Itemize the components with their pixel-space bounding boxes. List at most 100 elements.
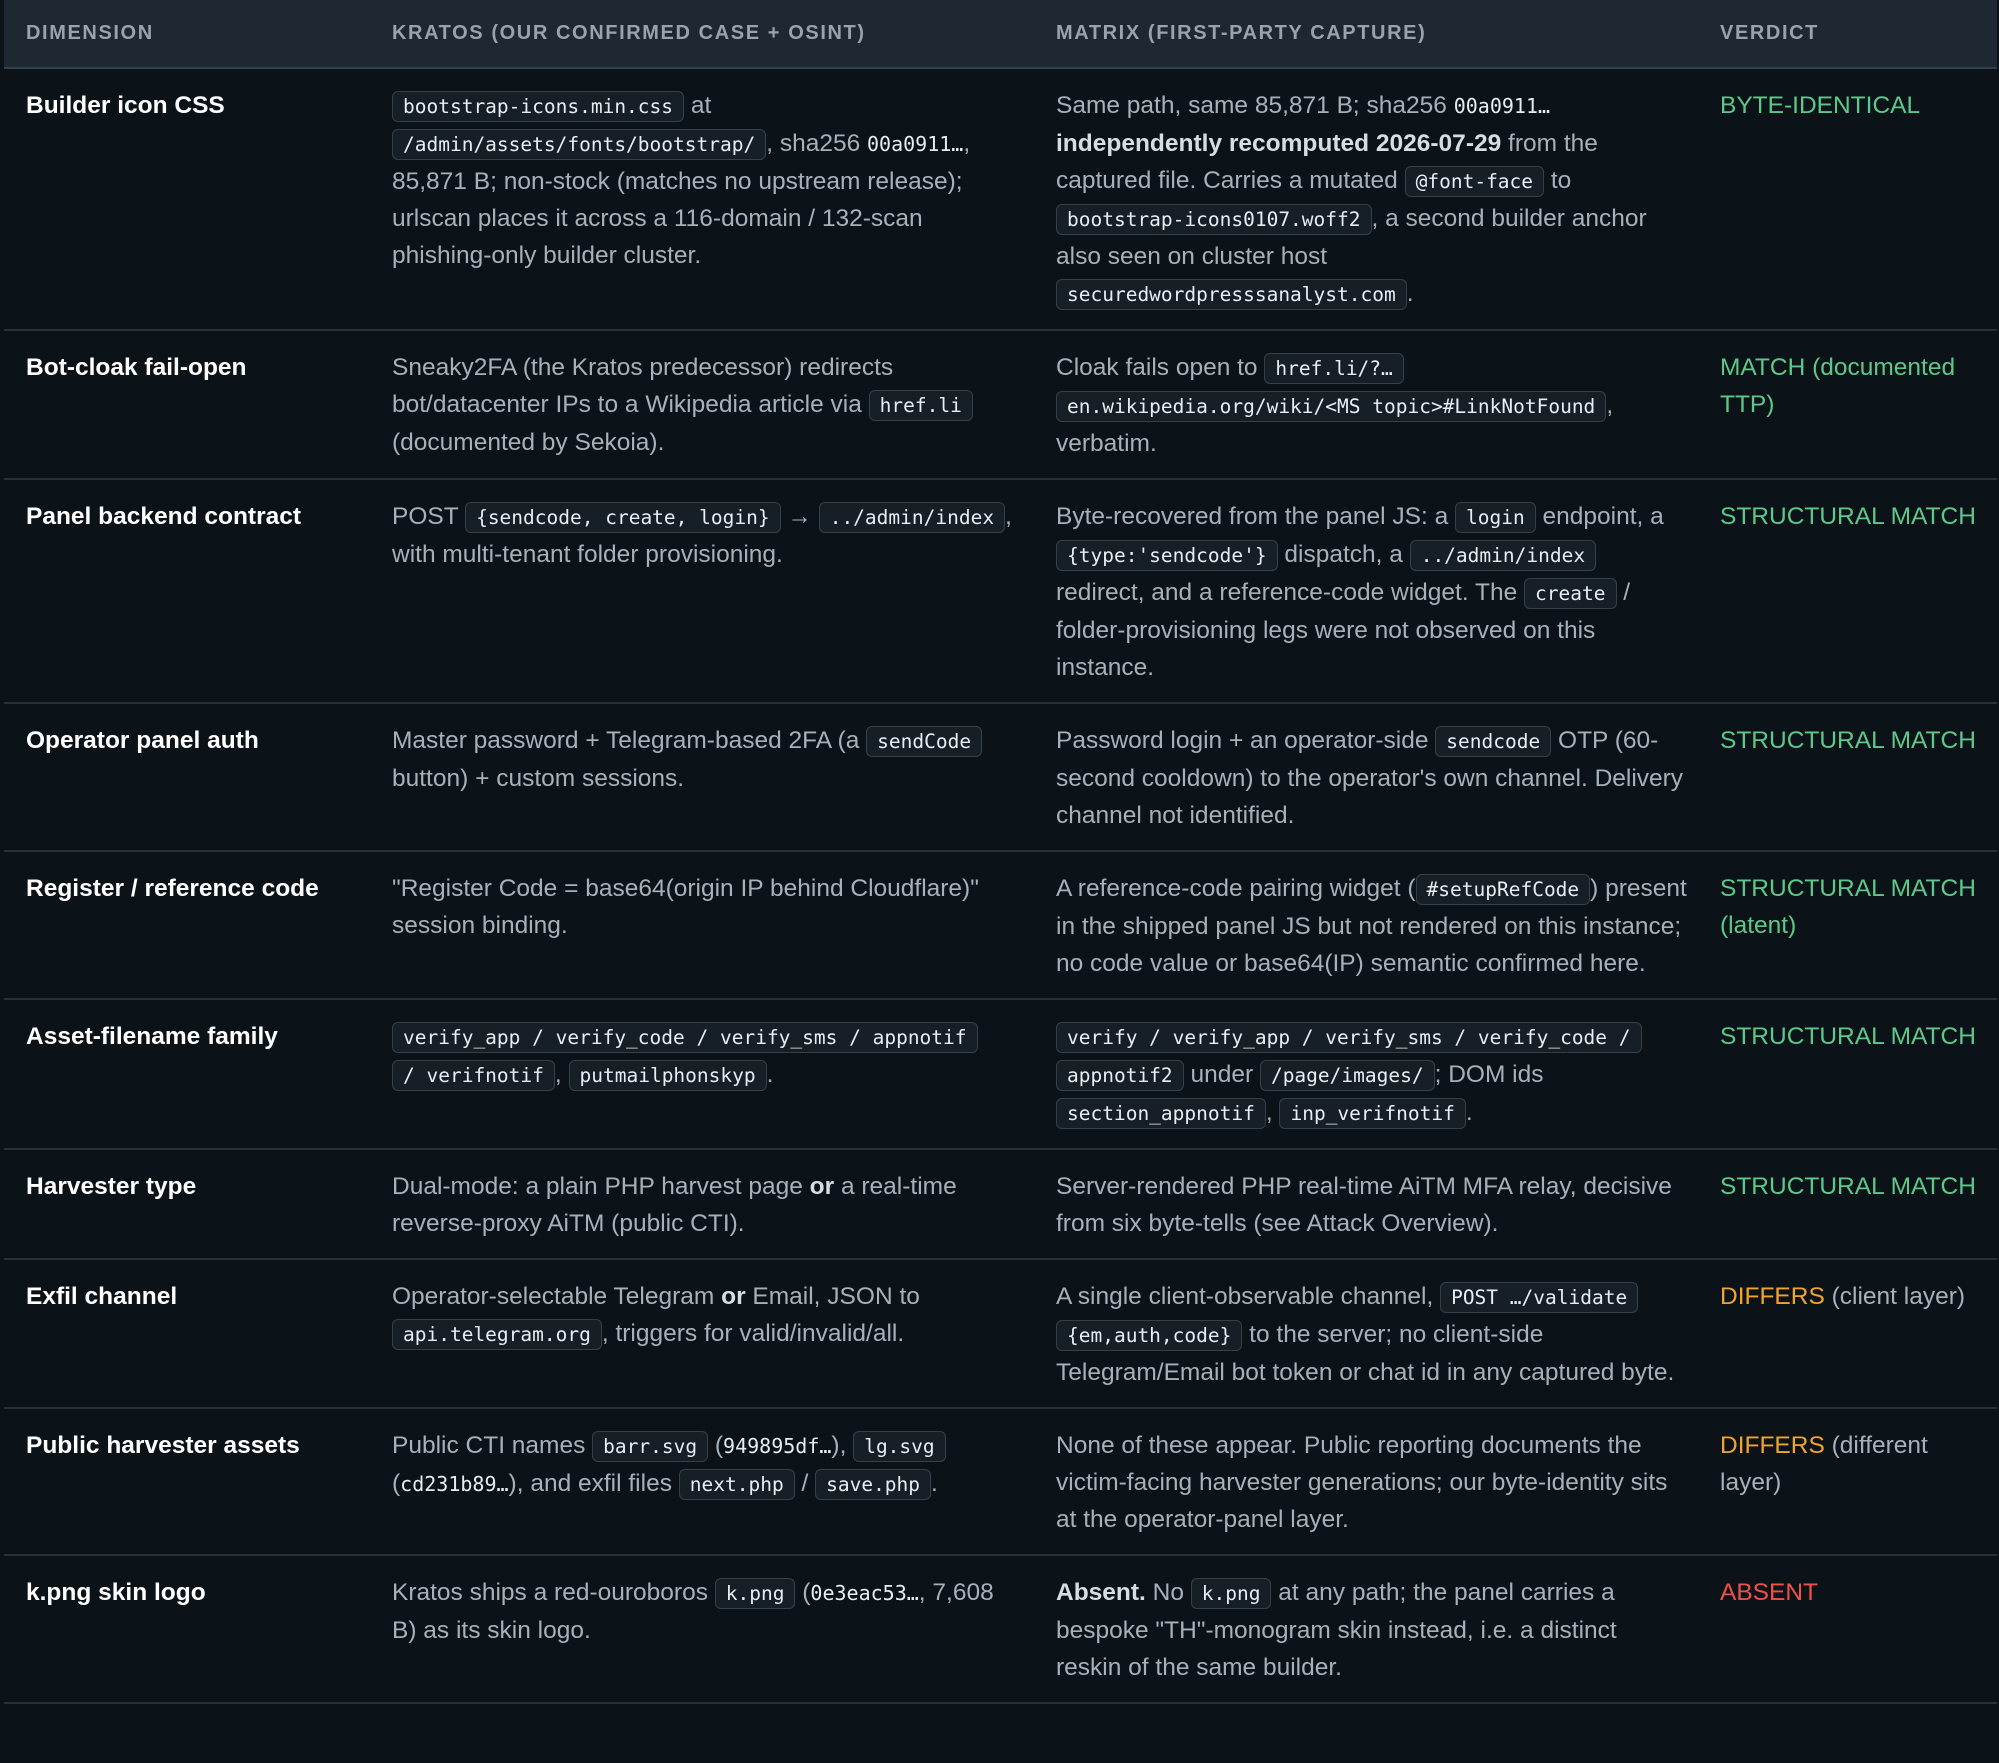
text-run: (: [392, 1470, 401, 1497]
kratos-cell: "Register Code = base64(origin IP behind…: [370, 851, 1034, 1000]
dimension-cell: Register / reference code: [4, 851, 370, 1000]
verdict-label: STRUCTURAL MATCH: [1720, 1173, 1976, 1200]
text-run: .: [1465, 1099, 1473, 1126]
kratos-cell: Master password + Telegram-based 2FA (a …: [370, 703, 1034, 852]
kratos-cell: verify_app / verify_code / verify_sms / …: [370, 999, 1034, 1150]
inline-code: appnotif2: [1056, 1060, 1184, 1091]
text-run: .: [931, 1470, 938, 1497]
kratos-cell: Public CTI names barr.svg (949895df…), l…: [370, 1408, 1034, 1556]
dimension-cell: Panel backend contract: [4, 479, 370, 704]
header-matrix: MATRIX (FIRST-PARTY CAPTURE): [1034, 0, 1698, 69]
inline-code: verify_app / verify_code / verify_sms / …: [392, 1022, 978, 1053]
text-run: Same path, same 85,871 B; sha256: [1056, 92, 1454, 119]
kratos-cell: POST {sendcode, create, login} → ../admi…: [370, 479, 1034, 704]
text-run: (documented by Sekoia).: [392, 429, 665, 456]
inline-code: sendCode: [866, 726, 983, 757]
text-run: Cloak fails open to: [1056, 354, 1265, 381]
table-row: Public harvester assets Public CTI names …: [4, 1408, 1997, 1556]
kratos-cell: bootstrap-icons.min.css at /admin/assets…: [370, 68, 1034, 331]
text-run: Master password + Telegram-based 2FA (a: [392, 727, 867, 754]
text-run: POST: [392, 503, 466, 530]
verdict-cell: STRUCTURAL MATCH: [1698, 703, 1997, 852]
comparison-table: DIMENSION KRATOS (OUR CONFIRMED CASE + O…: [4, 0, 1997, 1704]
verdict-label: STRUCTURAL MATCH: [1720, 727, 1976, 754]
verdict-cell: DIFFERS (client layer): [1698, 1259, 1997, 1409]
header-dimension: DIMENSION: [4, 0, 370, 69]
verdict-cell: DIFFERS (different layer): [1698, 1408, 1997, 1556]
comparison-page: DIMENSION KRATOS (OUR CONFIRMED CASE + O…: [0, 0, 1999, 1763]
hash-value: cd231b89…: [400, 1472, 509, 1496]
text-run: Kratos ships a red-ouroboros: [392, 1579, 715, 1606]
text-run: (: [795, 1579, 811, 1606]
text-run: Server-rendered PHP real-time AiTM MFA r…: [1056, 1173, 1672, 1237]
inline-code: #setupRefCode: [1415, 874, 1591, 905]
inline-code: verify / verify_app / verify_sms / verif…: [1056, 1022, 1642, 1053]
dimension-cell: Operator panel auth: [4, 703, 370, 852]
text-run: /: [794, 1470, 816, 1497]
header-kratos: KRATOS (OUR CONFIRMED CASE + OSINT): [370, 0, 1034, 69]
inline-code: POST …/validate: [1440, 1282, 1639, 1313]
verdict-label: STRUCTURAL MATCH: [1720, 503, 1976, 530]
inline-code: {em,auth,code}: [1056, 1320, 1243, 1351]
dimension-cell: k.png skin logo: [4, 1555, 370, 1704]
verdict-cell: STRUCTURAL MATCH: [1698, 999, 1997, 1150]
text-run: , triggers for valid/invalid/all.: [601, 1320, 905, 1347]
inline-code: k.png: [1190, 1578, 1272, 1609]
table-row: Builder icon CSS bootstrap-icons.min.css …: [4, 68, 1997, 331]
inline-code: barr.svg: [592, 1431, 709, 1462]
matrix-cell: A single client-observable channel, POST…: [1034, 1259, 1698, 1409]
dimension-cell: Bot-cloak fail-open: [4, 330, 370, 480]
text-run: Email, JSON to: [745, 1283, 920, 1310]
text-run: →: [780, 503, 819, 530]
dimension-cell: Exfil channel: [4, 1259, 370, 1409]
table-row: Asset-filename family verify_app / verify…: [4, 999, 1997, 1150]
inline-code: {type:'sendcode'}: [1056, 540, 1278, 571]
matrix-cell: Absent. No k.png at any path; the panel …: [1034, 1555, 1698, 1704]
inline-code: putmailphonskyp: [568, 1060, 767, 1091]
dimension-cell: Harvester type: [4, 1149, 370, 1260]
text-run: button) + custom sessions.: [392, 765, 685, 792]
inline-code: save.php: [815, 1469, 932, 1500]
verdict-label: STRUCTURAL MATCH (latent): [1720, 875, 1976, 939]
verdict-cell: MATCH (documented TTP): [1698, 330, 1997, 480]
hash-value: 949895df…: [723, 1434, 832, 1458]
inline-code: sendcode: [1435, 726, 1552, 757]
kratos-cell: Operator-selectable Telegram or Email, J…: [370, 1259, 1034, 1409]
text-run: under: [1183, 1061, 1260, 1088]
text-run: .: [1406, 280, 1414, 307]
verdict-cell: BYTE-IDENTICAL: [1698, 68, 1997, 331]
verdict-cell: ABSENT: [1698, 1555, 1997, 1704]
matrix-cell: A reference-code pairing widget (#setupR…: [1034, 851, 1698, 1000]
matrix-cell: Byte-recovered from the panel JS: a logi…: [1034, 479, 1698, 704]
dimension-cell: Builder icon CSS: [4, 68, 370, 331]
hash-value: 0e3eac53…: [810, 1581, 919, 1605]
text-run: ),: [831, 1432, 854, 1459]
text-run: Operator-selectable Telegram: [392, 1283, 722, 1310]
inline-code: / verifnotif: [392, 1060, 555, 1091]
table-row: Operator panel auth Master password + Tel…: [4, 703, 1997, 852]
inline-code: create: [1524, 578, 1617, 609]
inline-code: section_appnotif: [1056, 1098, 1266, 1129]
text-run: endpoint, a: [1535, 503, 1664, 530]
kratos-cell: Kratos ships a red-ouroboros k.png (0e3e…: [370, 1555, 1034, 1704]
matrix-cell: Cloak fails open to href.li/?… en.wikipe…: [1034, 330, 1698, 480]
verdict-label: BYTE-IDENTICAL: [1720, 92, 1921, 119]
text-run: , sha256: [766, 130, 868, 157]
emphasis-text: Absent.: [1056, 1579, 1146, 1606]
inline-code: k.png: [714, 1578, 796, 1609]
inline-code: href.li/?…: [1264, 353, 1404, 384]
inline-code: inp_verifnotif: [1279, 1098, 1466, 1129]
text-run: A reference-code pairing widget (: [1056, 875, 1416, 902]
text-run: Sneaky2FA (the Kratos predecessor) redir…: [392, 354, 894, 418]
matrix-cell: Password login + an operator-side sendco…: [1034, 703, 1698, 852]
table-header: DIMENSION KRATOS (OUR CONFIRMED CASE + O…: [4, 0, 1997, 69]
verdict-label: ABSENT: [1720, 1579, 1819, 1606]
header-row: DIMENSION KRATOS (OUR CONFIRMED CASE + O…: [4, 0, 1997, 69]
table-row: Harvester type Dual-mode: a plain PHP har…: [4, 1149, 1997, 1260]
inline-code: securedwordpresssanalyst.com: [1056, 279, 1407, 310]
dimension-cell: Public harvester assets: [4, 1408, 370, 1556]
text-run: (client layer): [1824, 1283, 1966, 1310]
matrix-cell: verify / verify_app / verify_sms / verif…: [1034, 999, 1698, 1150]
emphasis-text: or: [809, 1173, 835, 1200]
emphasis-text: or: [721, 1283, 746, 1310]
